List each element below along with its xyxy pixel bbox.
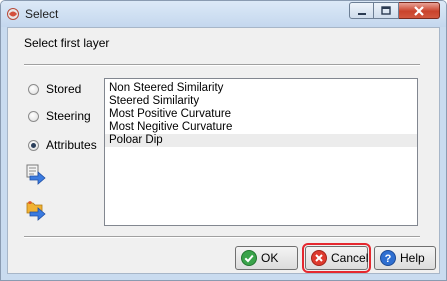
list-item-selected[interactable]: Poloar Dip	[105, 134, 417, 147]
help-icon: ?	[380, 250, 396, 266]
layer-listbox[interactable]: Non Steered Similarity Steered Similarit…	[104, 78, 418, 226]
list-item[interactable]: Most Positive Curvature	[105, 108, 417, 121]
list-item[interactable]: Most Negitive Curvature	[105, 121, 417, 134]
list-item[interactable]: Steered Similarity	[105, 95, 417, 108]
maximize-icon	[381, 6, 391, 15]
window-title: Select	[25, 7, 59, 21]
help-label: Help	[400, 251, 425, 265]
title-bar[interactable]: Select	[1, 1, 446, 27]
bottom-separator	[24, 236, 420, 238]
minimize-icon	[358, 13, 366, 15]
load-into-list-icon[interactable]	[25, 164, 47, 186]
top-separator	[24, 64, 420, 66]
help-button[interactable]: ? Help	[374, 246, 436, 270]
list-item[interactable]: Non Steered Similarity	[105, 82, 417, 95]
radio-steering-circle[interactable]	[28, 110, 39, 122]
ok-label: OK	[261, 251, 279, 265]
radio-steering-label: Steering	[46, 109, 91, 123]
dialog-prompt: Select first layer	[24, 36, 110, 50]
close-icon	[414, 6, 424, 16]
cancel-button[interactable]: Cancel	[302, 243, 371, 273]
check-icon	[241, 250, 257, 266]
radio-stored[interactable]: Stored	[28, 81, 81, 97]
close-button[interactable]	[399, 2, 440, 19]
radio-stored-label: Stored	[46, 82, 82, 96]
radio-attributes-circle[interactable]	[28, 139, 39, 151]
caption-buttons	[349, 2, 440, 20]
minimize-button[interactable]	[349, 2, 374, 19]
load-file-icon[interactable]	[25, 200, 47, 222]
cancel-icon	[311, 250, 327, 266]
maximize-button[interactable]	[374, 2, 399, 19]
cancel-label: Cancel	[331, 251, 369, 265]
app-icon	[7, 8, 19, 20]
radio-attributes-label: Attributes	[46, 138, 97, 152]
radio-stored-circle[interactable]	[28, 83, 39, 95]
ok-button[interactable]: OK	[235, 246, 298, 270]
radio-steering[interactable]: Steering	[28, 108, 91, 124]
svg-text:?: ?	[385, 253, 392, 265]
radio-attributes[interactable]: Attributes	[28, 137, 97, 153]
